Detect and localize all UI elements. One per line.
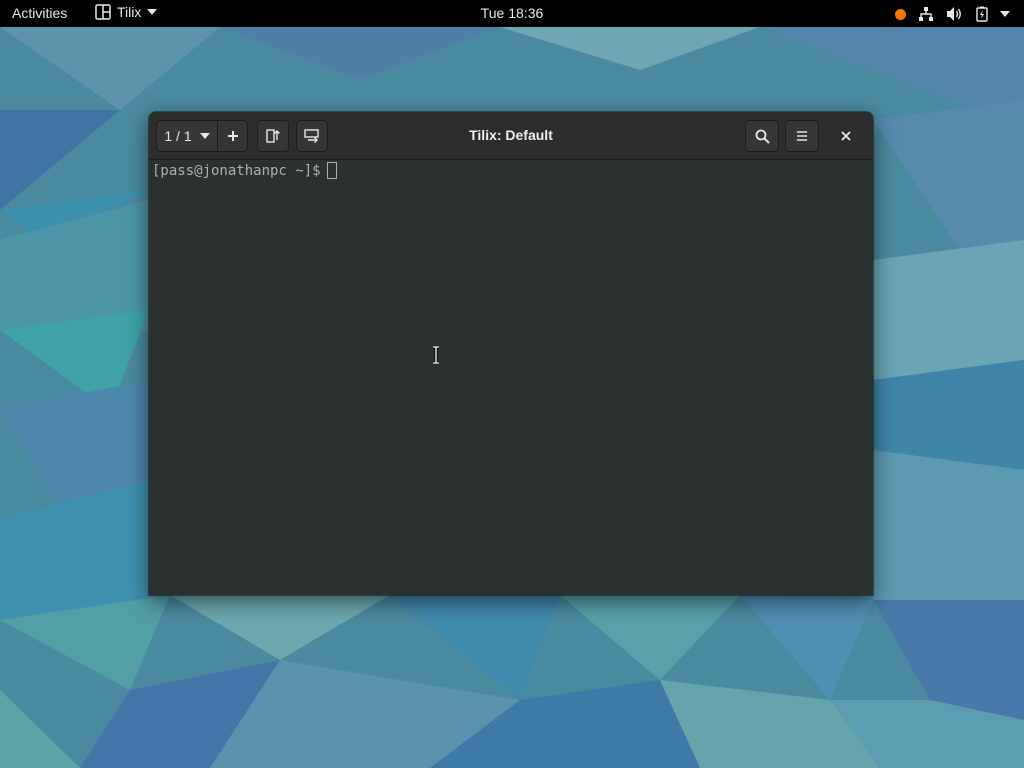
split-down-icon	[304, 129, 319, 143]
header-bar: 1 / 1 Tilix: Default	[149, 112, 873, 160]
close-icon	[841, 131, 851, 141]
shell-prompt: [pass@jonathanpc ~]$	[152, 162, 321, 179]
close-button[interactable]	[836, 126, 856, 146]
session-indicator: 1 / 1	[164, 128, 192, 144]
tilix-window: 1 / 1 Tilix: Default [pass@jonathanpc ~]…	[149, 112, 873, 595]
system-menu-chevron-icon[interactable]	[1000, 11, 1010, 17]
ibeam-cursor-icon	[433, 346, 439, 364]
clock[interactable]: Tue 18:36	[481, 5, 544, 21]
app-menu[interactable]: Tilix	[95, 4, 158, 20]
hamburger-icon	[797, 131, 807, 141]
split-right-icon	[266, 129, 280, 143]
prompt-line: [pass@jonathanpc ~]$	[152, 162, 337, 179]
split-down-button[interactable]	[296, 120, 328, 152]
search-button[interactable]	[745, 120, 779, 152]
chevron-down-icon	[147, 9, 158, 15]
battery-icon	[976, 6, 988, 22]
window-title: Tilix: Default	[469, 127, 553, 143]
network-icon	[919, 7, 933, 21]
app-menu-label: Tilix	[117, 4, 142, 20]
chevron-down-icon	[199, 133, 210, 139]
session-switcher: 1 / 1	[156, 120, 248, 152]
top-bar: Activities Tilix Tue 18:36	[0, 0, 1024, 27]
search-icon	[755, 129, 770, 144]
notification-dot-icon[interactable]	[895, 8, 906, 20]
terminal-area[interactable]: [pass@jonathanpc ~]$	[149, 160, 873, 595]
session-menu-button[interactable]: 1 / 1	[156, 120, 218, 152]
text-cursor	[326, 162, 337, 179]
system-tray[interactable]	[895, 4, 1010, 24]
plus-icon	[227, 131, 238, 141]
add-session-button[interactable]	[218, 120, 248, 152]
tilix-app-icon	[95, 4, 111, 20]
menu-button[interactable]	[785, 120, 819, 152]
volume-icon	[947, 7, 961, 21]
split-right-button[interactable]	[257, 120, 289, 152]
activities-button[interactable]: Activities	[12, 5, 67, 21]
